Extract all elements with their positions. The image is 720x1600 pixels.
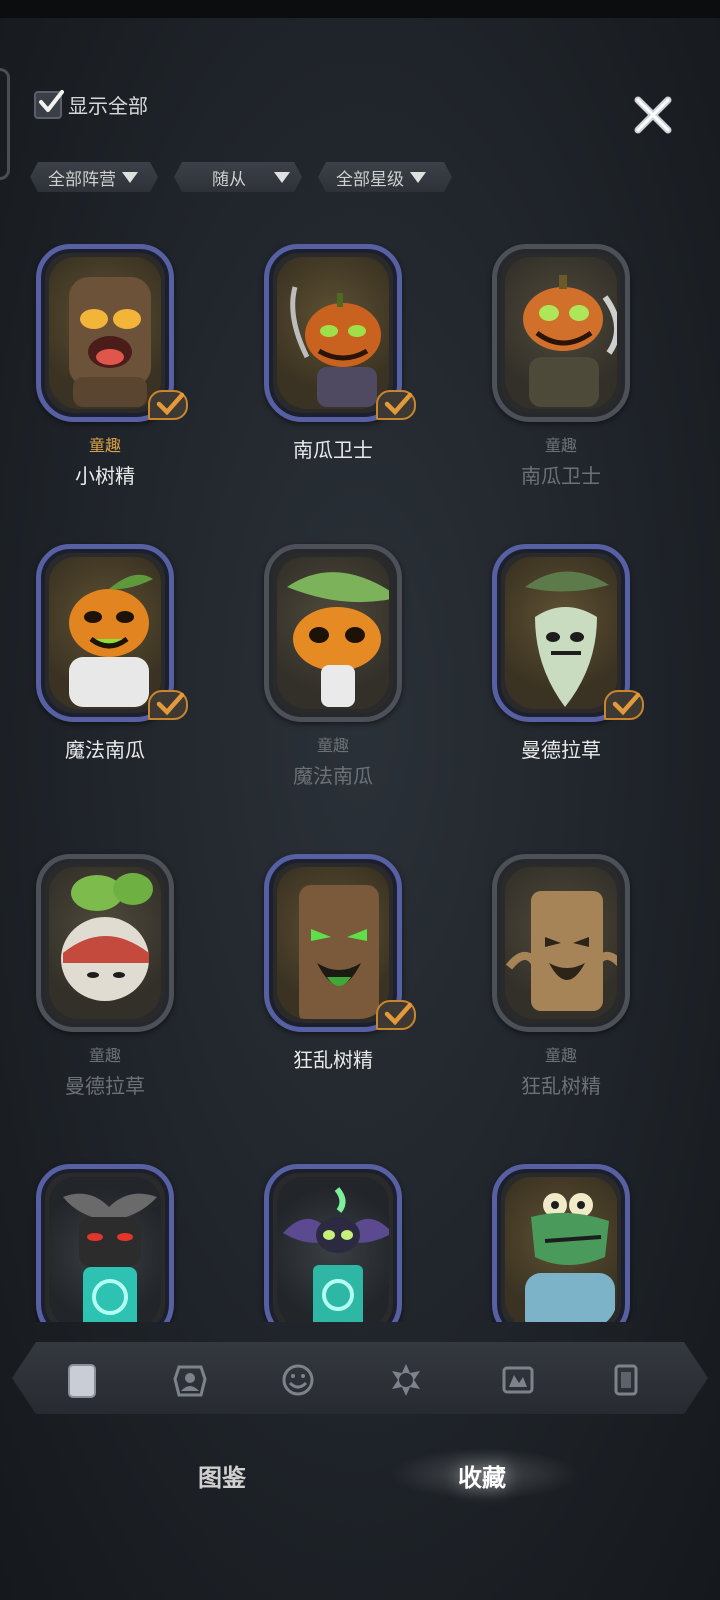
demon-icon [63, 1193, 157, 1322]
collection-grid: 童趣 小树精 南瓜卫士 童趣 南瓜卫士 魔法南瓜 童趣 魔法南瓜 曼德拉草 童趣… [0, 244, 720, 1322]
card-item[interactable] [456, 1164, 636, 1322]
tab-card-backs[interactable] [606, 1360, 646, 1400]
card-name: 魔法南瓜 [65, 738, 145, 762]
owned-check-badge [148, 390, 188, 420]
tab-boards[interactable] [498, 1360, 538, 1400]
tab-collection[interactable]: 收藏 [458, 1458, 506, 1493]
card-back-icon [614, 1364, 638, 1396]
close-icon [634, 96, 672, 134]
type-filter-label: 随从 [212, 169, 246, 190]
close-button[interactable] [632, 94, 674, 136]
filter-bar: 全部阵营 随从 全部星级 [30, 162, 452, 192]
check-icon [156, 392, 184, 416]
dropdown-arrow-icon [122, 172, 138, 183]
emote-icon [282, 1364, 314, 1396]
card-item[interactable]: 童趣 南瓜卫士 [456, 244, 636, 534]
tab-emotes[interactable] [278, 1360, 318, 1400]
pumpkin-guard-skin-icon [523, 275, 617, 407]
card-name: 魔法南瓜 [293, 764, 373, 788]
dropdown-arrow-icon [410, 172, 426, 183]
card-frame [36, 854, 174, 1032]
crocodile-icon [525, 1193, 615, 1322]
faction-filter-label: 全部阵营 [48, 169, 116, 190]
check-icon [612, 692, 640, 716]
skin-tag: 童趣 [544, 1046, 577, 1065]
side-drawer-handle[interactable] [0, 68, 10, 180]
frenzied-treant-skin-icon [505, 891, 617, 1011]
card-name: 狂乱树精 [293, 1048, 373, 1072]
show-all-toggle[interactable]: 显示全部 [34, 89, 148, 119]
check-icon [39, 89, 64, 112]
card-frame [492, 1164, 630, 1322]
board-icon [502, 1366, 534, 1394]
owned-check-badge [148, 690, 188, 720]
faction-filter-dropdown[interactable]: 全部阵营 [30, 162, 158, 192]
sun-badge-icon [392, 1364, 420, 1396]
card-icon [68, 1364, 96, 1398]
bottom-nav: 图鉴 收藏 [0, 1440, 720, 1510]
card-item[interactable]: 狂乱树精 [228, 854, 416, 1144]
card-name: 小树精 [75, 464, 135, 488]
dropdown-arrow-icon [274, 172, 290, 183]
type-filter-dropdown[interactable]: 随从 [174, 162, 302, 192]
card-item[interactable]: 魔法南瓜 [0, 544, 188, 834]
star-filter-label: 全部星级 [336, 169, 404, 190]
category-tab-bar [12, 1342, 708, 1414]
status-bar [0, 0, 720, 18]
show-all-checkbox[interactable] [34, 89, 64, 119]
card-item[interactable]: 童趣 魔法南瓜 [228, 544, 408, 834]
card-item[interactable] [0, 1164, 180, 1322]
tab-portraits[interactable] [170, 1360, 210, 1400]
owned-check-badge [376, 390, 416, 420]
card-name: 南瓜卫士 [521, 464, 601, 488]
card-item[interactable]: 曼德拉草 [456, 544, 644, 834]
card-frame [264, 544, 402, 722]
card-frame [492, 244, 630, 422]
owned-check-badge [604, 690, 644, 720]
mandrake-skin-icon [61, 873, 153, 1001]
skin-tag: 童趣 [544, 436, 577, 455]
card-frame [492, 854, 630, 1032]
treant-icon [69, 277, 151, 407]
tab-cards[interactable] [62, 1360, 102, 1400]
mandrake-icon [525, 571, 609, 707]
magic-pumpkin-skin-icon [287, 572, 389, 707]
show-all-label: 显示全部 [68, 94, 148, 118]
portrait-icon [173, 1365, 207, 1397]
winged-imp-icon [283, 1187, 389, 1322]
card-item[interactable] [228, 1164, 408, 1322]
card-frame [36, 1164, 174, 1322]
card-item[interactable]: 南瓜卫士 [228, 244, 416, 534]
card-name: 南瓜卫士 [293, 438, 373, 462]
tab-heroes[interactable] [386, 1360, 426, 1400]
skin-tag: 童趣 [88, 436, 121, 455]
owned-check-badge [376, 1000, 416, 1030]
card-name: 曼德拉草 [521, 738, 601, 762]
card-item[interactable]: 童趣 狂乱树精 [456, 854, 636, 1144]
skin-tag: 童趣 [316, 736, 349, 755]
card-item[interactable]: 童趣 曼德拉草 [0, 854, 180, 1144]
frenzied-treant-icon [299, 885, 379, 1019]
check-icon [384, 1002, 412, 1026]
skin-tag: 童趣 [88, 1046, 121, 1065]
tab-codex[interactable]: 图鉴 [198, 1458, 246, 1493]
magic-pumpkin-icon [69, 574, 153, 707]
star-filter-dropdown[interactable]: 全部星级 [318, 162, 452, 192]
card-name: 狂乱树精 [521, 1074, 601, 1098]
pumpkin-guard-icon [290, 286, 381, 407]
card-name: 曼德拉草 [65, 1074, 145, 1098]
check-icon [384, 392, 412, 416]
card-item[interactable]: 童趣 小树精 [0, 244, 188, 534]
check-icon [156, 692, 184, 716]
card-frame [264, 1164, 402, 1322]
